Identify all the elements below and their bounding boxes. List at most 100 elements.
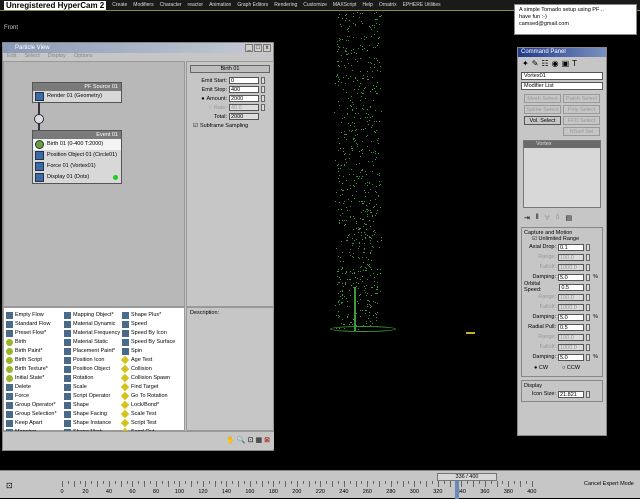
zoom-icon[interactable]: 🔍 bbox=[237, 436, 246, 444]
pan-icon[interactable]: ✋ bbox=[226, 436, 235, 444]
spinner[interactable] bbox=[586, 343, 590, 351]
spinner[interactable] bbox=[586, 333, 590, 341]
depot-item[interactable]: Collision bbox=[120, 364, 175, 374]
menu-rendering[interactable]: Rendering bbox=[274, 2, 297, 8]
spinner[interactable] bbox=[586, 353, 590, 361]
param-field[interactable]: 1000.0 bbox=[558, 343, 584, 351]
rate-field[interactable]: 40.0 bbox=[229, 104, 259, 111]
param-field[interactable]: 5.0 bbox=[558, 273, 584, 281]
depot-item[interactable]: Shape Plus* bbox=[122, 311, 175, 320]
event-node[interactable]: Event 01 Birth 01 (0-400 T:2000) Positio… bbox=[32, 130, 122, 184]
icon-size-field[interactable]: 21.821 bbox=[558, 390, 584, 398]
node-operator[interactable]: Render 01 (Geometry) bbox=[33, 91, 121, 102]
depot-item[interactable]: Speed By Icon bbox=[122, 329, 175, 338]
depot-item[interactable]: Go To Rotation bbox=[120, 391, 175, 401]
depot-item[interactable]: Material Static bbox=[64, 338, 120, 347]
depot-item[interactable]: Position Object bbox=[64, 365, 120, 374]
modifier-button[interactable]: Poly Select bbox=[563, 105, 600, 114]
node-operator[interactable]: Position Object 01 (Circle01) bbox=[33, 150, 121, 161]
depot-item[interactable]: Find Target bbox=[120, 382, 175, 392]
node-operator[interactable]: Display 01 (Dots) bbox=[33, 172, 121, 183]
menu-reactor[interactable]: reactor bbox=[188, 2, 204, 8]
param-field[interactable]: 100.0 bbox=[558, 253, 584, 261]
menu-character[interactable]: Character bbox=[160, 2, 182, 8]
maximize-button[interactable]: □ bbox=[254, 44, 262, 52]
depot-item[interactable]: Speed By Surface bbox=[122, 338, 175, 347]
menu-options[interactable]: Options bbox=[74, 53, 93, 61]
rate-radio[interactable]: ○ bbox=[209, 105, 212, 111]
modifier-button[interactable]: NSurf Sel bbox=[563, 127, 600, 136]
spinner[interactable] bbox=[261, 86, 265, 93]
depot-item[interactable]: Initial State* bbox=[6, 374, 57, 383]
depot-item[interactable]: Force bbox=[6, 392, 57, 401]
depot-item[interactable]: Birth Script bbox=[6, 356, 57, 365]
depot-item[interactable]: Birth Texture* bbox=[6, 365, 57, 374]
modifier-button[interactable]: Mesh Select bbox=[524, 94, 561, 103]
depot-item[interactable]: Preset Flow* bbox=[6, 329, 57, 338]
particle-view-titlebar[interactable]: Particle View _ □ x bbox=[3, 43, 273, 53]
menu-help[interactable]: Help bbox=[363, 2, 373, 8]
depot-item[interactable]: Birth Paint* bbox=[6, 347, 57, 356]
spinner[interactable] bbox=[586, 243, 590, 251]
modifier-stack[interactable]: Vortex bbox=[523, 140, 601, 208]
depot-item[interactable]: Scale bbox=[64, 383, 120, 392]
param-field[interactable]: 0.5 bbox=[558, 323, 584, 331]
minimize-button[interactable]: _ bbox=[245, 44, 253, 52]
modify-tab-icon[interactable]: ✎ bbox=[532, 59, 539, 68]
param-field[interactable]: 1000.0 bbox=[558, 303, 584, 311]
menu-select[interactable]: Select bbox=[24, 53, 39, 61]
show-end-result-icon[interactable]: ‖ bbox=[536, 214, 539, 222]
node-operator[interactable]: Birth 01 (0-400 T:2000) bbox=[33, 139, 121, 150]
menu-ephere[interactable]: EPHERE Utilities bbox=[403, 2, 441, 8]
no-zoom-icon[interactable]: ⊠ bbox=[264, 436, 270, 444]
depot-item[interactable]: Shape Facing bbox=[64, 410, 120, 419]
modifier-button[interactable]: Vol. Select bbox=[524, 116, 561, 125]
param-field[interactable]: 0.5 bbox=[559, 283, 585, 291]
node-operator[interactable]: Force 01 (Vortex01) bbox=[33, 161, 121, 172]
depot-item[interactable]: Collision Spawn bbox=[120, 373, 175, 383]
emit-stop-field[interactable]: 400 bbox=[229, 86, 259, 93]
amount-radio[interactable]: ● bbox=[201, 96, 204, 102]
time-slider[interactable]: 336 / 400 bbox=[437, 473, 497, 481]
emit-start-field[interactable]: 0 bbox=[229, 77, 259, 84]
depot-item[interactable]: Scale Test bbox=[120, 409, 175, 419]
zoom-region-icon[interactable]: ⊡ bbox=[248, 436, 254, 444]
depot-item[interactable]: Group Selection* bbox=[6, 410, 57, 419]
subframe-checkbox[interactable]: ☑ bbox=[193, 123, 198, 129]
depot-item[interactable]: Mapping Object* bbox=[64, 311, 120, 320]
depot-item[interactable]: Keep Apart bbox=[6, 419, 57, 428]
event-input-socket[interactable] bbox=[34, 114, 44, 124]
depot-item[interactable]: Group Operator* bbox=[6, 401, 57, 410]
spinner[interactable] bbox=[586, 303, 590, 311]
depot-item[interactable]: Rotation bbox=[64, 374, 120, 383]
remove-modifier-icon[interactable]: ô bbox=[556, 214, 560, 222]
pin-stack-icon[interactable]: ⇥ bbox=[524, 214, 530, 222]
track-bar[interactable]: 0 20 40 60 80 100 120 140 160 180 200 220 240 260 280 3… bbox=[22, 481, 562, 499]
spinner[interactable] bbox=[586, 313, 590, 321]
param-field[interactable]: 100.0 bbox=[558, 333, 584, 341]
motion-tab-icon[interactable]: ◉ bbox=[552, 59, 559, 68]
create-tab-icon[interactable]: ✦ bbox=[522, 59, 529, 68]
spinner[interactable] bbox=[261, 77, 265, 84]
zoom-extents-icon[interactable]: ▦ bbox=[256, 436, 263, 444]
menu-customize[interactable]: Customize bbox=[303, 2, 327, 8]
spinner[interactable] bbox=[586, 253, 590, 261]
hierarchy-tab-icon[interactable]: ☷ bbox=[541, 59, 548, 68]
menu-maxscript[interactable]: MAXScript bbox=[333, 2, 357, 8]
object-name-field[interactable]: Vortex01 bbox=[521, 72, 603, 80]
spinner[interactable] bbox=[586, 283, 590, 291]
close-button[interactable]: x bbox=[263, 44, 271, 52]
depot-item[interactable]: Age Test bbox=[120, 355, 175, 365]
ccw-radio[interactable]: ○ CCW bbox=[562, 365, 580, 371]
depot-item[interactable]: Standard Flow bbox=[6, 320, 57, 329]
display-tab-icon[interactable]: ▣ bbox=[562, 59, 570, 68]
stack-item[interactable]: Vortex bbox=[524, 141, 600, 148]
modifier-list-dropdown[interactable]: Modifier List bbox=[521, 82, 603, 90]
spinner[interactable] bbox=[586, 390, 590, 398]
depot-item[interactable]: Speed bbox=[122, 320, 175, 329]
spinner[interactable] bbox=[586, 293, 590, 301]
modifier-button[interactable]: FFD Select bbox=[563, 116, 600, 125]
cw-radio[interactable]: ● CW bbox=[534, 365, 548, 371]
viewport-label[interactable]: Front bbox=[4, 25, 18, 31]
depot-item[interactable]: Shape bbox=[64, 401, 120, 410]
